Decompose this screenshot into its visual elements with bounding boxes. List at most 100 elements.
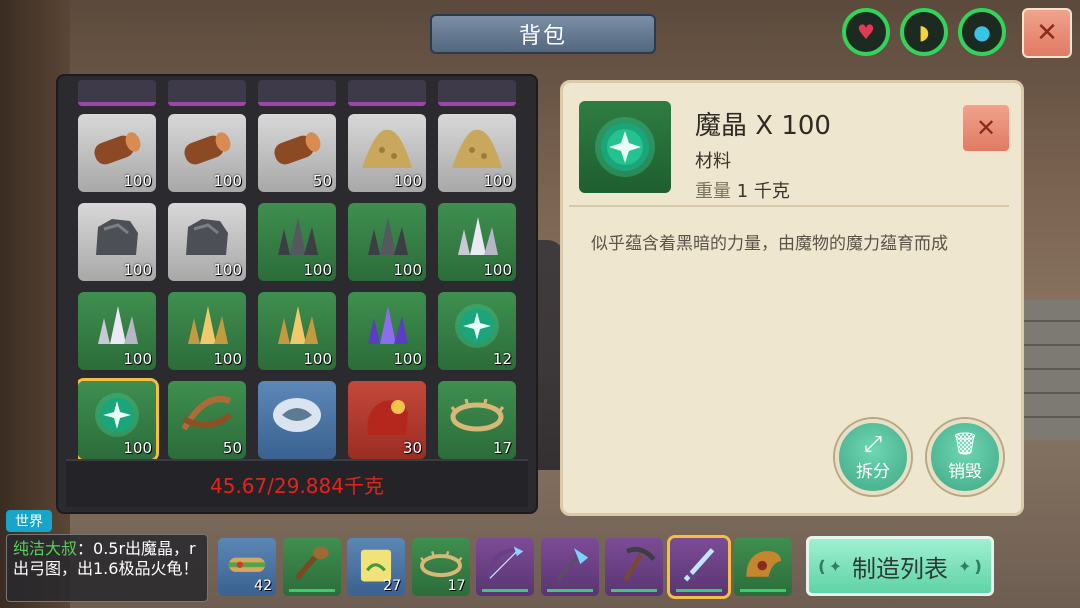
white-crystal-icon [88,300,146,352]
close-icon: ✕ [975,114,997,142]
inventory-slot-count: 100 [303,350,332,368]
inventory-slot[interactable]: 100 [78,381,156,459]
window-title-text: 背包 [518,24,567,49]
item-detail-header: 魔晶 X 100 材料 重量 1 千克 ✕ [569,91,1011,207]
white-crystal-icon [448,211,506,263]
inventory-slot[interactable]: 100 [168,203,246,281]
bark-strips-icon [178,389,236,441]
inventory-slot-count: 100 [393,172,422,190]
inventory-slot[interactable]: 100 [348,114,426,192]
hunger-status: ◗ [900,8,948,56]
food-icon: ◗ [918,20,930,44]
inventory-slot-count: 100 [123,261,152,279]
hotbar-slot[interactable]: 42 [218,538,276,596]
hotbar-slot[interactable]: 27 [347,538,405,596]
inventory-slot-partial[interactable] [168,80,246,106]
hotbar-slot[interactable] [734,538,792,596]
window-title: 背包 [430,14,656,54]
inventory-slot-count: 100 [483,261,512,279]
crystal-bow-icon [482,542,528,586]
club-icon [289,542,335,586]
inventory-slot-count: 100 [123,172,152,190]
log-icon [88,122,146,174]
inventory-slot[interactable]: 100 [438,114,516,192]
craft-list-button[interactable]: ❪✦ 制造列表 ✦❫ [806,536,994,596]
heart-icon: ♥ [857,20,875,44]
inventory-slot[interactable]: 100 [348,203,426,281]
close-detail-button[interactable]: ✕ [961,103,1011,153]
inventory-slot-partial[interactable] [78,80,156,106]
crystal-axe-icon [547,542,593,586]
inventory-slot[interactable]: 100 [78,114,156,192]
item-category: 材料 [695,151,731,172]
chat-channel-tab[interactable]: 世界 [6,510,52,532]
split-button[interactable]: ⤢ 拆分 [835,419,911,495]
durability-bar [546,589,593,592]
inventory-slot[interactable]: 100 [168,292,246,370]
inventory-slot[interactable]: 50 [258,114,336,192]
ornament-right-icon: ✦❫ [958,556,985,576]
hotbar-slot[interactable] [282,538,341,596]
sand-icon [358,122,416,174]
inventory-slot-partial[interactable] [258,80,336,106]
durability-bar [740,589,786,592]
durability-bar [675,589,722,592]
destroy-button[interactable]: 🗑 销毁 [927,419,1003,495]
stone-ore-icon [88,211,146,263]
inventory-slot-count: 100 [123,439,152,457]
horn-flask-icon [740,542,786,586]
inventory-slot[interactable]: 100 [258,292,336,370]
inventory-slot[interactable]: 100 [258,203,336,281]
destroy-button-label: 销毁 [948,461,982,482]
health-status: ♥ [842,8,890,56]
inventory-slot[interactable]: 100 [438,203,516,281]
item-weight-label: 重量 [695,181,731,202]
inventory-slot[interactable]: 100 [78,203,156,281]
inventory-slot[interactable]: 100 [348,292,426,370]
hotbar-slot[interactable] [669,538,728,596]
item-detail-panel: 魔晶 X 100 材料 重量 1 千克 ✕ 似乎蕴含着黑暗的力量，由魔物的魔力蕴… [560,80,1024,516]
inventory-slot-partial[interactable] [348,80,426,106]
inventory-slot-count: 17 [492,439,512,457]
inventory-slot-partial[interactable] [438,80,516,106]
inventory-slot-count: 50 [312,172,332,190]
hotbar-slot-count: 17 [447,578,466,594]
trash-icon: 🗑 [951,431,979,457]
inventory-grid[interactable]: 100 100 50 100 100 100 100 100 100 100 100 100 100 10… [78,80,518,460]
inventory-slot[interactable] [258,381,336,459]
magic-crystal-icon [579,101,671,193]
inventory-slot-count: 12 [492,350,512,368]
inventory-slot[interactable]: 50 [168,381,246,459]
inventory-panel: 100 100 50 100 100 100 100 100 100 100 100 100 100 10… [58,76,536,512]
inventory-slot[interactable]: 12 [438,292,516,370]
pickaxe-icon [611,542,657,586]
red-pouch-icon [358,389,416,441]
hotbar-slot[interactable] [540,538,599,596]
hotbar-slot[interactable] [476,538,534,596]
chat-box[interactable]: 纯洁大叔：0.5r出魔晶，r出弓图，出1.6极品火龟！ [6,534,208,602]
carry-weight-text: 45.67/29.884千克 [210,473,384,498]
dark-crystal-icon [358,211,416,263]
magic-crystal-icon [88,389,146,441]
close-inventory-button[interactable]: ✕ [1022,8,1072,58]
inventory-slot[interactable]: 30 [348,381,426,459]
item-weight: 重量 1 千克 [695,177,790,203]
inventory-slot[interactable]: 100 [168,114,246,192]
hotbar-slot[interactable] [605,538,663,596]
gold-crystal-icon [178,300,236,352]
hotbar-slot-count: 42 [254,578,272,594]
crystal-sword-icon [676,542,722,586]
carry-weight-bar: 45.67/29.884千克 [66,459,528,507]
magic-crystal-icon [448,300,506,352]
durability-bar [611,589,657,592]
item-name: 魔晶 X 100 [695,111,831,141]
inventory-slot-count: 100 [213,172,242,190]
inventory-slot-count: 100 [123,350,152,368]
inventory-slot[interactable]: 17 [438,381,516,459]
inventory-slot-count: 100 [303,261,332,279]
inventory-slot[interactable]: 100 [78,292,156,370]
split-arrows-icon: ⤢ [864,431,882,457]
water-icon: ● [973,20,991,44]
hotbar-slot[interactable]: 17 [411,538,470,596]
sand-icon [448,122,506,174]
